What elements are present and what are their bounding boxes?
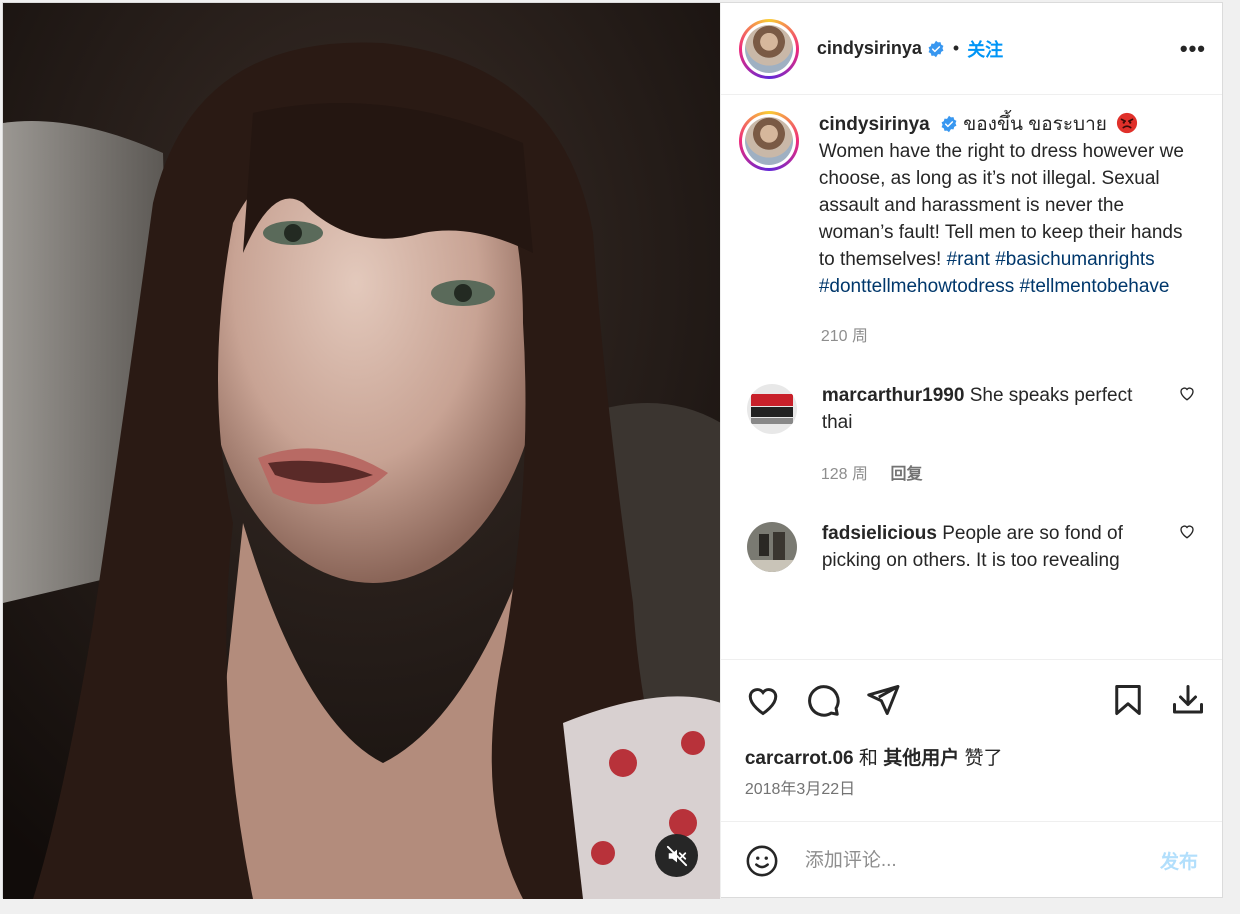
follow-button[interactable]: 关注 bbox=[967, 36, 1003, 62]
hashtag-link[interactable]: #rant bbox=[947, 249, 990, 270]
more-options-button[interactable]: ••• bbox=[1180, 36, 1206, 62]
avatar[interactable] bbox=[738, 18, 799, 79]
likes-suffix: 赞了 bbox=[964, 748, 1003, 769]
caption: cindysirinya ของขึ้น ขอระบาย Women have … bbox=[738, 111, 1206, 300]
verified-badge-icon bbox=[941, 115, 957, 133]
comment-input[interactable] bbox=[804, 849, 1160, 872]
comment-username[interactable]: marcarthur1990 bbox=[822, 385, 965, 406]
smiley-icon[interactable] bbox=[745, 844, 779, 878]
likes-others-link[interactable]: 其他用户 bbox=[883, 748, 959, 769]
heart-icon[interactable] bbox=[745, 682, 781, 718]
post-card: cindysirinya • 关注 ••• cindysirinya ของขึ… bbox=[2, 2, 1223, 899]
video-frame bbox=[3, 3, 720, 899]
add-comment-bar: 发布 bbox=[720, 821, 1222, 899]
video-player[interactable] bbox=[3, 3, 720, 899]
comments-list[interactable]: cindysirinya ของขึ้น ขอระบาย Women have … bbox=[721, 95, 1222, 659]
hashtag-link[interactable]: #donttellmehowtodress bbox=[819, 276, 1014, 297]
comment-text: marcarthur1990 She speaks perfect thai bbox=[822, 382, 1162, 436]
post-date: 2018年3月22日 bbox=[744, 781, 856, 798]
heart-icon[interactable] bbox=[1178, 522, 1196, 540]
reply-button[interactable]: 回复 bbox=[890, 466, 922, 483]
mute-button[interactable] bbox=[655, 834, 698, 877]
caption-meta: 210 周 bbox=[821, 322, 1206, 346]
header-username[interactable]: cindysirinya bbox=[817, 38, 922, 59]
post-header: cindysirinya • 关注 ••• bbox=[720, 3, 1222, 95]
comment-item: marcarthur1990 She speaks perfect thai bbox=[739, 382, 1206, 436]
download-icon[interactable] bbox=[1170, 682, 1206, 718]
bookmark-icon[interactable] bbox=[1110, 682, 1146, 718]
caption-username[interactable]: cindysirinya bbox=[819, 114, 930, 135]
separator-dot: • bbox=[952, 38, 960, 58]
caption-avatar[interactable] bbox=[738, 111, 799, 171]
caption-age: 210 周 bbox=[820, 328, 868, 345]
send-icon[interactable] bbox=[865, 682, 901, 718]
comment-age: 128 周 bbox=[820, 466, 868, 483]
post-sidebar: cindysirinya • 关注 ••• cindysirinya ของขึ… bbox=[719, 3, 1222, 899]
hashtag-link[interactable]: #basichumanrights bbox=[995, 249, 1154, 270]
likes-and: 和 bbox=[858, 748, 878, 769]
caption-thai-text: ของขึ้น ขอระบาย bbox=[963, 114, 1107, 135]
speaker-muted-icon bbox=[666, 845, 687, 866]
comment-avatar[interactable] bbox=[746, 384, 797, 434]
caption-text: cindysirinya ของขึ้น ขอระบาย Women have … bbox=[819, 111, 1199, 300]
comment-avatar[interactable] bbox=[746, 522, 797, 572]
angry-face-emoji bbox=[1117, 112, 1138, 134]
comment-item: fadsielicious People are so fond of pick… bbox=[739, 520, 1206, 574]
comment-icon[interactable] bbox=[805, 682, 841, 718]
liker-username[interactable]: carcarrot.06 bbox=[745, 748, 854, 769]
verified-badge-icon bbox=[928, 40, 944, 57]
action-bar bbox=[720, 659, 1222, 739]
comment-username[interactable]: fadsielicious bbox=[822, 523, 937, 544]
heart-icon[interactable] bbox=[1178, 384, 1196, 402]
comment-text: fadsielicious People are so fond of pick… bbox=[822, 520, 1162, 574]
post-comment-button[interactable]: 发布 bbox=[1160, 847, 1198, 874]
likes-summary: carcarrot.06 和 其他用户 赞了 bbox=[721, 739, 1222, 775]
hashtag-link[interactable]: #tellmentobehave bbox=[1020, 276, 1170, 297]
comment-meta: 128 周 回复 bbox=[821, 460, 1206, 484]
